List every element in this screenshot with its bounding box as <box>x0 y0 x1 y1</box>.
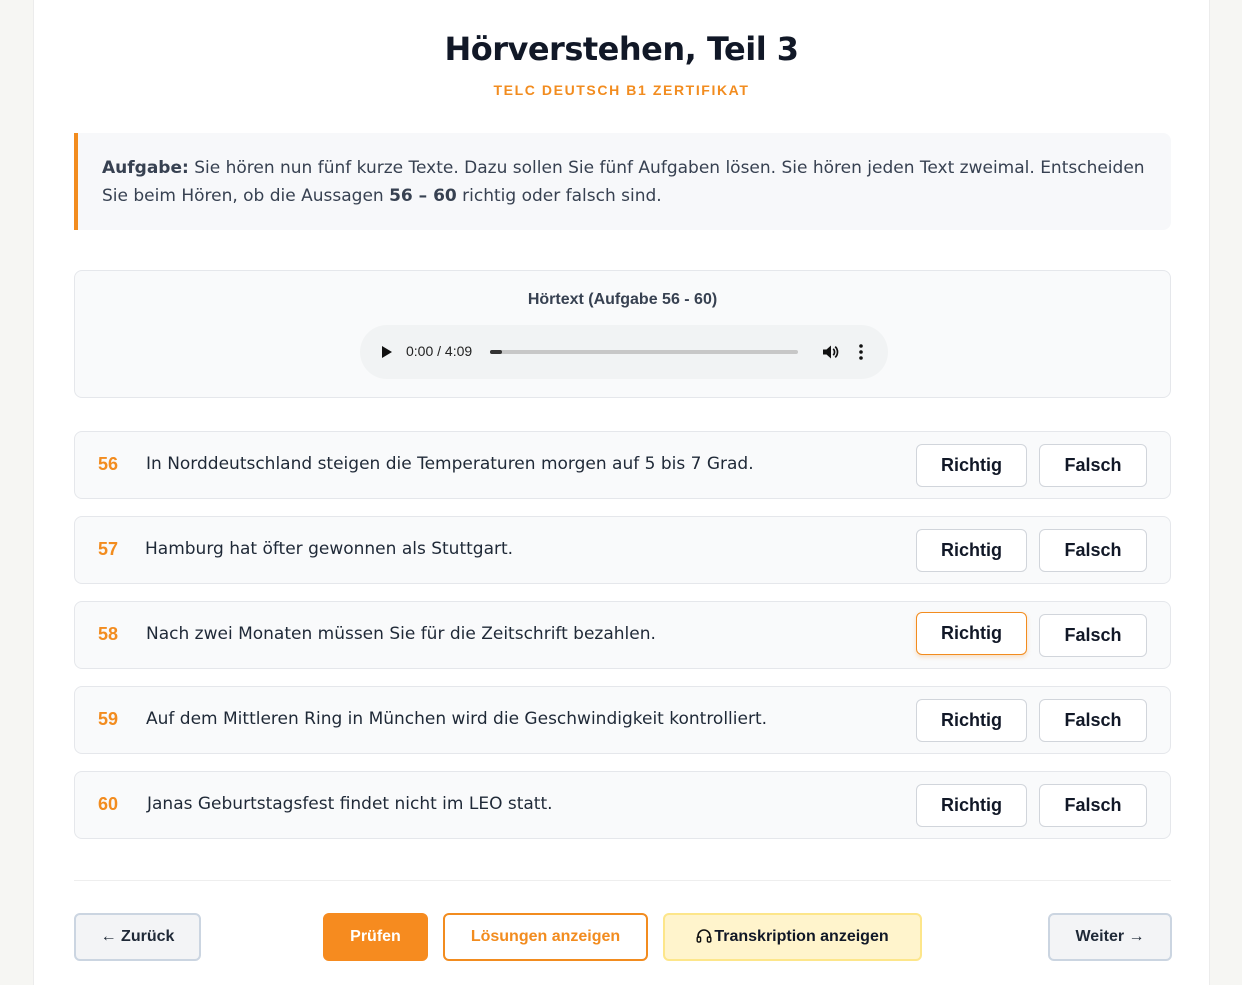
question-text: Janas Geburtstagsfest findet nicht im LE… <box>147 794 553 814</box>
more-options-icon[interactable] <box>858 343 864 361</box>
audio-section: Hörtext (Aufgabe 56 - 60) 0:00 / 4:09 <box>74 270 1171 398</box>
question-number: 58 <box>98 624 119 644</box>
question-number: 56 <box>98 454 119 474</box>
question-text: Nach zwei Monaten müssen Sie für die Zei… <box>146 624 656 644</box>
richtig-button-selected[interactable]: Richtig <box>916 612 1027 655</box>
audio-progress-track[interactable] <box>490 350 798 354</box>
question-row: 57 Hamburg hat öfter gewonnen als Stuttg… <box>74 516 1171 584</box>
exercise-card: Hörverstehen, Teil 3 TELC DEUTSCH B1 ZER… <box>33 0 1210 985</box>
task-instructions: Aufgabe: Sie hören nun fünf kurze Texte.… <box>74 133 1171 230</box>
question-number: 59 <box>98 709 119 729</box>
richtig-button[interactable]: Richtig <box>916 784 1027 827</box>
task-text-after: richtig oder falsch sind. <box>456 186 662 206</box>
question-number: 60 <box>98 794 119 814</box>
richtig-button[interactable]: Richtig <box>916 699 1027 742</box>
show-transcript-button[interactable]: Transkription anzeigen <box>663 913 922 961</box>
question-text: Auf dem Mittleren Ring in München wird d… <box>146 709 768 729</box>
show-transcript-label: Transkription anzeigen <box>714 928 889 945</box>
next-button[interactable]: Weiter → <box>1048 913 1172 961</box>
audio-time: 0:00 / 4:09 <box>406 343 473 359</box>
back-button[interactable]: ← Zurück <box>74 913 201 961</box>
check-button[interactable]: Prüfen <box>323 913 428 961</box>
richtig-button[interactable]: Richtig <box>916 444 1027 487</box>
falsch-button[interactable]: Falsch <box>1039 699 1147 742</box>
task-label: Aufgabe: <box>102 158 189 178</box>
headphones-icon <box>696 929 712 943</box>
falsch-button[interactable]: Falsch <box>1039 614 1147 657</box>
audio-label: Hörtext (Aufgabe 56 - 60) <box>527 291 718 308</box>
page-subtitle: TELC DEUTSCH B1 ZERTIFIKAT <box>493 82 750 98</box>
question-row: 56 In Norddeutschland steigen die Temper… <box>74 431 1171 499</box>
question-row: 60 Janas Geburtstagsfest findet nicht im… <box>74 771 1171 839</box>
audio-progress-fill <box>490 350 503 354</box>
question-row: 58 Nach zwei Monaten müssen Sie für die … <box>74 601 1171 669</box>
task-range: 56 – 60 <box>389 186 457 206</box>
richtig-button[interactable]: Richtig <box>916 529 1027 572</box>
question-number: 57 <box>98 539 119 559</box>
play-icon[interactable] <box>382 346 392 358</box>
falsch-button[interactable]: Falsch <box>1039 444 1147 487</box>
audio-player[interactable]: 0:00 / 4:09 <box>360 325 888 379</box>
question-text: In Norddeutschland steigen die Temperatu… <box>146 454 754 474</box>
show-solutions-button[interactable]: Lösungen anzeigen <box>443 913 648 961</box>
question-text: Hamburg hat öfter gewonnen als Stuttgart… <box>145 539 514 559</box>
volume-icon[interactable] <box>821 343 839 361</box>
question-row: 59 Auf dem Mittleren Ring in München wir… <box>74 686 1171 754</box>
page-title: Hörverstehen, Teil 3 <box>444 30 799 68</box>
footer-divider <box>74 880 1171 881</box>
falsch-button[interactable]: Falsch <box>1039 529 1147 572</box>
falsch-button[interactable]: Falsch <box>1039 784 1147 827</box>
